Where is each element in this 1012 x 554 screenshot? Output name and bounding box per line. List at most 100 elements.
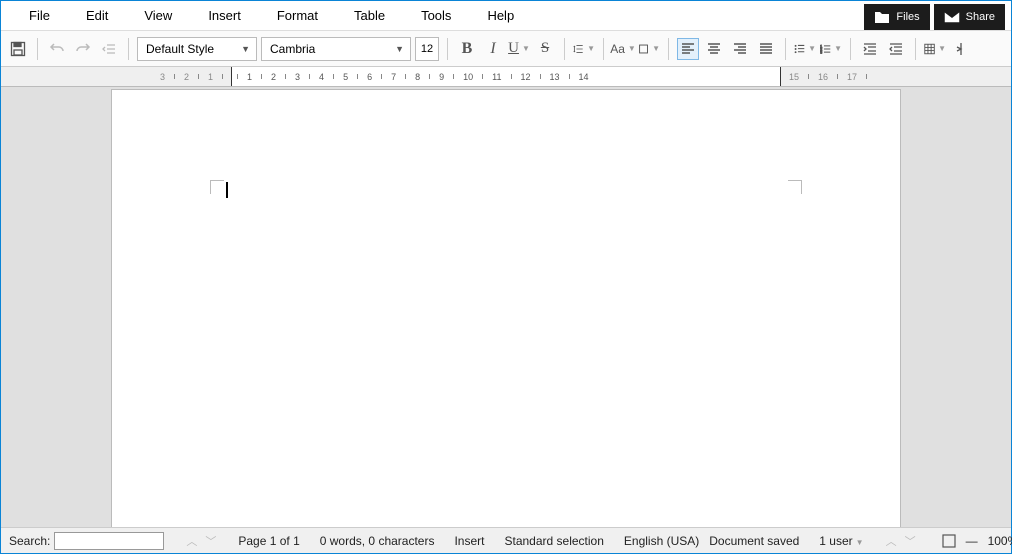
margin-marker-top-right (788, 180, 802, 194)
user-count[interactable]: 1 user▼ (819, 534, 863, 548)
zoom-out-button[interactable]: — (960, 534, 984, 548)
undo-icon (49, 41, 65, 57)
line-spacing-icon (573, 41, 584, 57)
separator (564, 38, 565, 60)
ruler-margin-left: 3 2 1 (1, 67, 231, 86)
separator (668, 38, 669, 60)
sidebar-icon (954, 42, 968, 56)
separator (850, 38, 851, 60)
font-size-input[interactable]: 12 (415, 37, 439, 61)
align-justify-icon (759, 42, 773, 56)
ruler-tick-label: 10 (463, 72, 473, 82)
char-style-label: Aa (610, 42, 625, 56)
indent-decrease-button[interactable] (885, 38, 907, 60)
menu-table[interactable]: Table (336, 1, 403, 31)
ruler-tick-label: 3 (160, 72, 165, 82)
chevron-down-icon: ▼ (241, 44, 250, 54)
horizontal-ruler[interactable]: 3 2 1 1 2 3 4 5 6 7 8 9 10 11 12 13 14 1… (1, 67, 1011, 87)
status-bar: Search: ︿ ﹀ Page 1 of 1 0 words, 0 chara… (1, 527, 1011, 553)
align-right-icon (733, 42, 747, 56)
ruler-tick-label: 12 (521, 72, 531, 82)
align-right-button[interactable] (729, 38, 751, 60)
sidebar-toggle-button[interactable] (950, 38, 972, 60)
paragraph-style-dropdown[interactable]: Default Style ▼ (137, 37, 257, 61)
char-style-button[interactable]: Aa▼ (612, 38, 634, 60)
menu-insert[interactable]: Insert (190, 1, 259, 31)
chevron-down-icon: ▼ (808, 44, 816, 53)
search-input[interactable] (54, 532, 164, 550)
share-label: Share (966, 11, 995, 23)
folder-icon (874, 10, 890, 24)
chevron-down-icon: ▼ (522, 44, 530, 53)
insert-mode[interactable]: Insert (454, 534, 484, 548)
mail-icon (944, 11, 960, 23)
fit-icon (942, 534, 956, 548)
document-page[interactable] (111, 89, 901, 529)
zoom-value[interactable]: 100% (988, 534, 1012, 548)
align-justify-button[interactable] (755, 38, 777, 60)
files-button[interactable]: Files (864, 4, 929, 30)
chevron-down-icon: ▼ (834, 44, 842, 53)
ruler-tick-label: 5 (343, 72, 348, 82)
ruler-tick-label: 16 (818, 72, 828, 82)
align-left-button[interactable] (677, 38, 699, 60)
ruler-tick-label: 13 (550, 72, 560, 82)
menu-format[interactable]: Format (259, 1, 336, 31)
menu-help[interactable]: Help (469, 1, 532, 31)
prev-button[interactable]: ︿ (884, 533, 899, 549)
menu-tools[interactable]: Tools (403, 1, 469, 31)
save-button[interactable] (7, 38, 29, 60)
menu-bar: File Edit View Insert Format Table Tools… (1, 1, 1011, 31)
indent-increase-button[interactable] (859, 38, 881, 60)
zoom-fit-button[interactable] (942, 530, 956, 552)
files-label: Files (896, 11, 919, 23)
top-buttons: Files Share (864, 4, 1005, 30)
search-next-button[interactable]: ﹀ (203, 533, 218, 549)
share-button[interactable]: Share (934, 4, 1005, 30)
separator (128, 38, 129, 60)
ruler-tick-label: 17 (847, 72, 857, 82)
separator (785, 38, 786, 60)
number-list-button[interactable]: 123▼ (820, 38, 842, 60)
line-spacing-button[interactable]: ▼ (573, 38, 595, 60)
insert-table-button[interactable]: ▼ (924, 38, 946, 60)
ruler-tick-label: 1 (247, 72, 252, 82)
font-name-dropdown[interactable]: Cambria ▼ (261, 37, 411, 61)
chevron-down-icon: ▼ (587, 44, 595, 53)
selection-mode[interactable]: Standard selection (504, 534, 603, 548)
ruler-tick-label: 15 (789, 72, 799, 82)
align-center-button[interactable] (703, 38, 725, 60)
word-count[interactable]: 0 words, 0 characters (320, 534, 435, 548)
menu-view[interactable]: View (126, 1, 190, 31)
indent-decrease-icon (889, 42, 903, 56)
ruler-tick-label: 14 (579, 72, 589, 82)
indent-increase-icon (863, 42, 877, 56)
highlight-button[interactable]: ▼ (638, 38, 660, 60)
ruler-tick-label: 2 (271, 72, 276, 82)
search-prev-button[interactable]: ︿ (184, 533, 199, 549)
ruler-tick-label: 2 (184, 72, 189, 82)
undo-button[interactable] (46, 38, 68, 60)
underline-button[interactable]: U▼ (508, 38, 530, 60)
chevron-down-icon: ▼ (395, 44, 404, 54)
number-list-icon: 123 (820, 42, 831, 56)
strike-button[interactable]: S (534, 38, 556, 60)
save-status: Document saved (709, 534, 799, 548)
italic-button[interactable]: I (482, 38, 504, 60)
language-indicator[interactable]: English (USA) (624, 534, 699, 548)
bullet-list-button[interactable]: ▼ (794, 38, 816, 60)
document-workspace (1, 87, 1011, 529)
redo-button[interactable] (72, 38, 94, 60)
outdent-button[interactable] (98, 38, 120, 60)
underline-glyph: U (508, 40, 519, 57)
user-count-label: 1 user (819, 534, 852, 548)
ruler-tick-label: 7 (391, 72, 396, 82)
bold-button[interactable]: B (456, 38, 478, 60)
toolbar: Default Style ▼ Cambria ▼ 12 B I U▼ S ▼ … (1, 31, 1011, 67)
size-value: 12 (421, 43, 433, 55)
menu-edit[interactable]: Edit (68, 1, 126, 31)
align-center-icon (707, 42, 721, 56)
menu-file[interactable]: File (11, 1, 68, 31)
page-indicator[interactable]: Page 1 of 1 (238, 534, 299, 548)
next-button[interactable]: ﹀ (903, 533, 918, 549)
